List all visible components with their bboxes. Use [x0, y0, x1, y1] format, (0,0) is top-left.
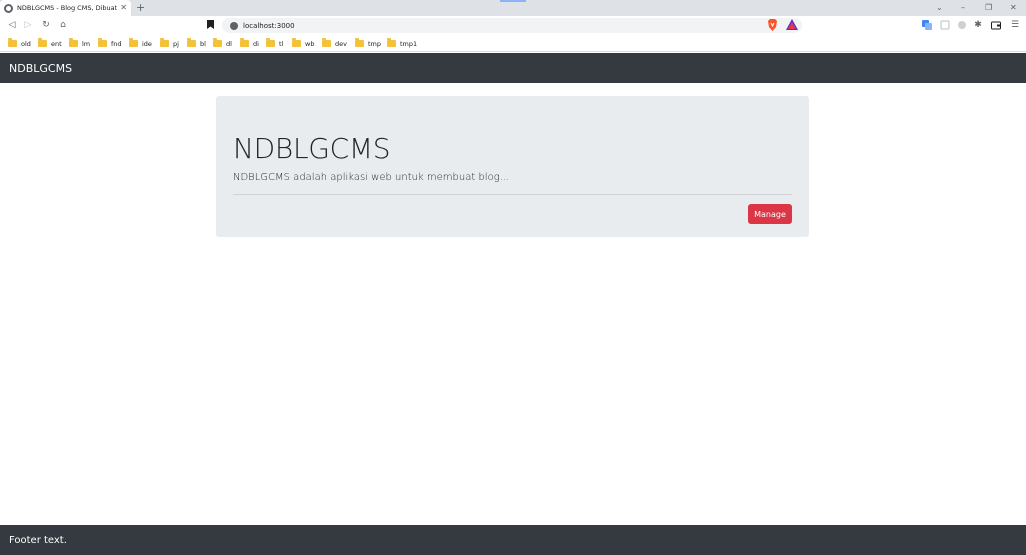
folder-icon: [387, 38, 396, 47]
footer: Footer text.: [0, 525, 1026, 555]
folder-icon: [129, 38, 138, 47]
menu-icon[interactable]: ☰: [1009, 19, 1021, 31]
bookmark-folder[interactable]: lm: [69, 38, 90, 49]
navbar-brand[interactable]: NDBLGCMS: [9, 62, 72, 75]
bookmark-folder[interactable]: tl: [266, 38, 283, 49]
folder-icon: [240, 38, 249, 47]
bookmark-folder[interactable]: tmp: [355, 38, 381, 49]
bookmark-folder[interactable]: wb: [292, 38, 314, 49]
folder-icon: [160, 38, 169, 47]
bookmark-folder[interactable]: ide: [129, 38, 152, 49]
folder-icon: [292, 38, 301, 47]
bookmark-folder[interactable]: old: [8, 38, 31, 49]
wallet-icon[interactable]: [991, 20, 1001, 30]
close-tab-icon[interactable]: ✕: [120, 4, 127, 12]
tab-strip: NDBLGCMS - Blog CMS, Dibuat l ✕ + ⌄ – ❐ …: [0, 0, 1026, 16]
bookmark-icon[interactable]: [207, 20, 214, 29]
navbar: NDBLGCMS: [0, 53, 1026, 83]
jumbotron: NDBLGCMS NDBLGCMS adalah aplikasi web un…: [216, 96, 809, 237]
close-window-icon[interactable]: ✕: [1010, 2, 1017, 14]
bookmark-folder[interactable]: fnd: [98, 38, 122, 49]
folder-icon: [213, 38, 222, 47]
bookmark-folder[interactable]: dl: [213, 38, 232, 49]
puzzle-icon[interactable]: ✱: [972, 19, 984, 31]
globe-icon: [4, 3, 13, 13]
bookmarks-bar: old ent lm fnd ide pj bl dl di tl wb dev…: [0, 35, 1026, 52]
restore-icon[interactable]: ❐: [985, 2, 992, 14]
forward-icon[interactable]: ▷: [22, 19, 34, 31]
footer-text: Footer text.: [9, 534, 67, 546]
back-icon[interactable]: ◁: [6, 19, 18, 31]
divider: [233, 194, 792, 195]
page-title: NDBLGCMS: [233, 132, 391, 165]
tab-search-icon[interactable]: ⌄: [936, 2, 943, 14]
new-tab-icon[interactable]: +: [136, 1, 145, 15]
folder-icon: [322, 38, 331, 47]
drag-indicator: [500, 0, 526, 2]
tab-title: NDBLGCMS - Blog CMS, Dibuat l: [17, 4, 118, 12]
bookmark-folder[interactable]: dev: [322, 38, 347, 49]
bookmark-folder[interactable]: ent: [38, 38, 62, 49]
bookmark-folder[interactable]: pj: [160, 38, 179, 49]
bookmark-folder[interactable]: bl: [187, 38, 206, 49]
browser-toolbar: ◁ ▷ ↻ ⌂ localhost:3000 ✱ ☰: [0, 16, 1026, 35]
folder-icon: [38, 38, 47, 47]
reload-icon[interactable]: ↻: [40, 19, 52, 31]
lead-text: NDBLGCMS adalah aplikasi web untuk membu…: [233, 172, 510, 183]
brave-shields-icon[interactable]: [767, 19, 778, 31]
extension-icon[interactable]: [940, 20, 950, 30]
extension-icon[interactable]: [957, 20, 967, 30]
bookmark-folder[interactable]: tmp1: [387, 38, 417, 49]
folder-icon: [355, 38, 364, 47]
home-icon[interactable]: ⌂: [57, 19, 69, 31]
browser-tab[interactable]: NDBLGCMS - Blog CMS, Dibuat l ✕: [0, 0, 131, 16]
translate-icon[interactable]: [922, 20, 932, 30]
folder-icon: [98, 38, 107, 47]
minimize-icon[interactable]: –: [961, 2, 965, 14]
manage-button[interactable]: Manage: [748, 204, 792, 224]
url-text[interactable]: localhost:3000: [243, 22, 295, 30]
folder-icon: [266, 38, 275, 47]
brave-rewards-icon[interactable]: [786, 19, 798, 31]
folder-icon: [187, 38, 196, 47]
site-info-icon[interactable]: [230, 21, 238, 30]
folder-icon: [69, 38, 78, 47]
folder-icon: [8, 38, 17, 47]
address-bar[interactable]: localhost:3000: [222, 18, 802, 33]
bookmark-folder[interactable]: di: [240, 38, 259, 49]
